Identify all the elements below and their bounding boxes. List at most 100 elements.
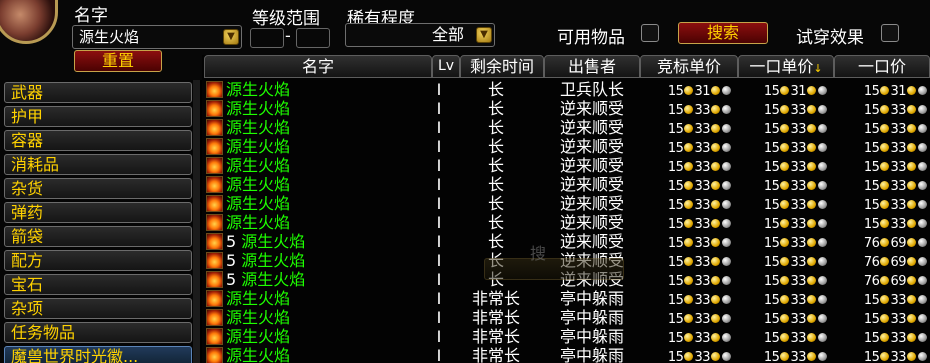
column-header-bid[interactable]: 竞标单价: [640, 55, 738, 78]
column-header-name[interactable]: 名字: [204, 55, 432, 78]
item-name-text: 源生火焰: [226, 308, 291, 327]
category-item[interactable]: 宝石: [4, 274, 192, 295]
time-left: 长: [487, 99, 504, 118]
auction-row[interactable]: 源生火焰 I 长逆来顺受 15 33 15 33 15 33: [204, 99, 930, 118]
category-item[interactable]: 护甲: [4, 106, 192, 127]
silver-amount: 33: [890, 312, 906, 327]
gold-amount: 15: [667, 141, 684, 156]
copper-coin-icon: [722, 162, 731, 171]
category-item[interactable]: 武器: [4, 82, 192, 103]
auction-row[interactable]: 源生火焰 I 长逆来顺受 15 33 15 33 15 33: [204, 156, 930, 175]
copper-coin-icon: [818, 314, 827, 323]
buyout-price: 15 33: [834, 213, 928, 232]
gold-amount: 15: [763, 103, 780, 118]
rarity-dropdown-icon[interactable]: ▼: [476, 27, 492, 43]
category-item[interactable]: 容器: [4, 130, 192, 151]
gold-amount: 15: [763, 217, 780, 232]
auction-row[interactable]: 5 源生火焰I长逆来顺受153315337669: [204, 232, 930, 251]
column-header-level[interactable]: Lv: [432, 55, 460, 78]
gold-coin-icon: [780, 219, 790, 228]
gold-coin-icon: [684, 86, 694, 95]
silver-coin-icon: [907, 257, 916, 266]
category-item[interactable]: 配方: [4, 250, 192, 271]
gold-amount: 15: [863, 350, 880, 363]
gold-coin-icon: [880, 143, 890, 152]
silver-amount: 33: [890, 198, 906, 213]
silver-coin-icon: [807, 219, 816, 228]
column-header-buyout[interactable]: 一口价: [834, 55, 930, 78]
copper-coin-icon: [722, 257, 731, 266]
time-left: 非常长: [471, 289, 520, 308]
column-header-buyout-unit[interactable]: 一口单价↓: [738, 55, 834, 78]
copper-coin-icon: [918, 276, 927, 285]
gold-coin-icon: [880, 162, 890, 171]
rarity-dropdown[interactable]: 全部: [345, 23, 495, 47]
auction-row[interactable]: 源生火焰 I 非常长 亭中躲雨 15 33 15 33 15 33: [204, 327, 930, 346]
category-item[interactable]: 杂项: [4, 298, 192, 319]
min-level-input[interactable]: [250, 28, 284, 48]
auction-row[interactable]: 源生火焰 I 长逆来顺受 15 33 15 33 15 33: [204, 118, 930, 137]
bid-price: 15 33: [644, 156, 732, 175]
gold-amount: 76: [863, 274, 880, 289]
category-item[interactable]: 消耗品: [4, 154, 192, 175]
gold-amount: 15: [863, 179, 880, 194]
gold-coin-icon: [880, 276, 890, 285]
name-search-input[interactable]: 源生火焰: [72, 25, 242, 49]
copper-coin-icon: [722, 200, 731, 209]
search-button[interactable]: 搜索: [678, 22, 768, 44]
auction-row[interactable]: 源生火焰 I 长逆来顺受 15 33 15 33 15 33: [204, 213, 930, 232]
auction-row[interactable]: 源生火焰 I 长卫兵队长 15 31 15 31 15 31: [204, 80, 930, 99]
copper-coin-icon: [918, 86, 927, 95]
name-search-value: 源生火焰: [79, 28, 140, 46]
copper-coin-icon: [918, 200, 927, 209]
silver-coin-icon: [807, 314, 816, 323]
column-header-time-label: 剩余时间: [469, 57, 534, 76]
usable-items-checkbox[interactable]: [641, 24, 659, 42]
auction-row[interactable]: 源生火焰 I 长逆来顺受 15 33 15 33 15 33: [204, 194, 930, 213]
auction-row[interactable]: 源生火焰 I 长逆来顺受 15 33 15 33 15 33: [204, 137, 930, 156]
rarity-value: 全部: [431, 25, 464, 44]
category-item[interactable]: 弹药: [4, 202, 192, 223]
name-dropdown-icon[interactable]: ▼: [223, 29, 239, 45]
silver-amount: 33: [694, 312, 710, 327]
gold-coin-icon: [780, 352, 790, 361]
item-quantity: 5: [226, 251, 237, 270]
buyout-unit-price: 15 33: [736, 232, 828, 251]
max-level-input[interactable]: [296, 28, 330, 48]
silver-amount: 33: [790, 141, 806, 156]
item-name-text: 源生火焰: [226, 327, 291, 346]
column-header-time[interactable]: 剩余时间: [460, 55, 544, 78]
time-left: 长: [487, 232, 504, 251]
column-header-seller[interactable]: 出售者: [544, 55, 640, 78]
silver-amount: 33: [694, 198, 710, 213]
fire-icon: [206, 81, 223, 98]
gold-amount: 15: [863, 84, 880, 99]
gold-amount: 15: [863, 141, 880, 156]
item-name-text: 源生火焰: [241, 270, 306, 289]
auction-row[interactable]: 源生火焰 I 长逆来顺受 15 33 15 33 15 33: [204, 175, 930, 194]
reset-button[interactable]: 重置: [74, 50, 162, 72]
silver-coin-icon: [907, 314, 916, 323]
auction-row[interactable]: 源生火焰 I 非常长 亭中躲雨 15 33 15 33 15 33: [204, 346, 930, 363]
gold-amount: 15: [763, 84, 780, 99]
category-item[interactable]: 任务物品: [4, 322, 192, 343]
silver-amount: 33: [890, 141, 906, 156]
gold-amount: 15: [863, 160, 880, 175]
preview-checkbox[interactable]: [881, 24, 899, 42]
auction-row[interactable]: 源生火焰 I 非常长 亭中躲雨 15 33 15 33 15 33: [204, 289, 930, 308]
fire-icon: [206, 347, 223, 363]
category-scrollbar[interactable]: [193, 80, 200, 363]
gold-amount: 15: [667, 236, 684, 251]
silver-coin-icon: [907, 238, 916, 247]
buyout-unit-price: 15 33: [736, 346, 828, 363]
column-header-name-label: 名字: [301, 57, 334, 76]
silver-amount: 33: [890, 331, 906, 346]
gold-amount: 15: [667, 122, 684, 137]
category-item[interactable]: 杂货: [4, 178, 192, 199]
category-item[interactable]: 箭袋: [4, 226, 192, 247]
item-name-text: 源生火焰: [226, 175, 291, 194]
category-item[interactable]: 魔兽世界时光徽...: [4, 346, 192, 363]
auction-row[interactable]: 源生火焰 I 非常长 亭中躲雨 15 33 15 33 15 33: [204, 308, 930, 327]
silver-amount: 33: [694, 350, 710, 363]
item-name-text: 源生火焰: [226, 80, 291, 99]
